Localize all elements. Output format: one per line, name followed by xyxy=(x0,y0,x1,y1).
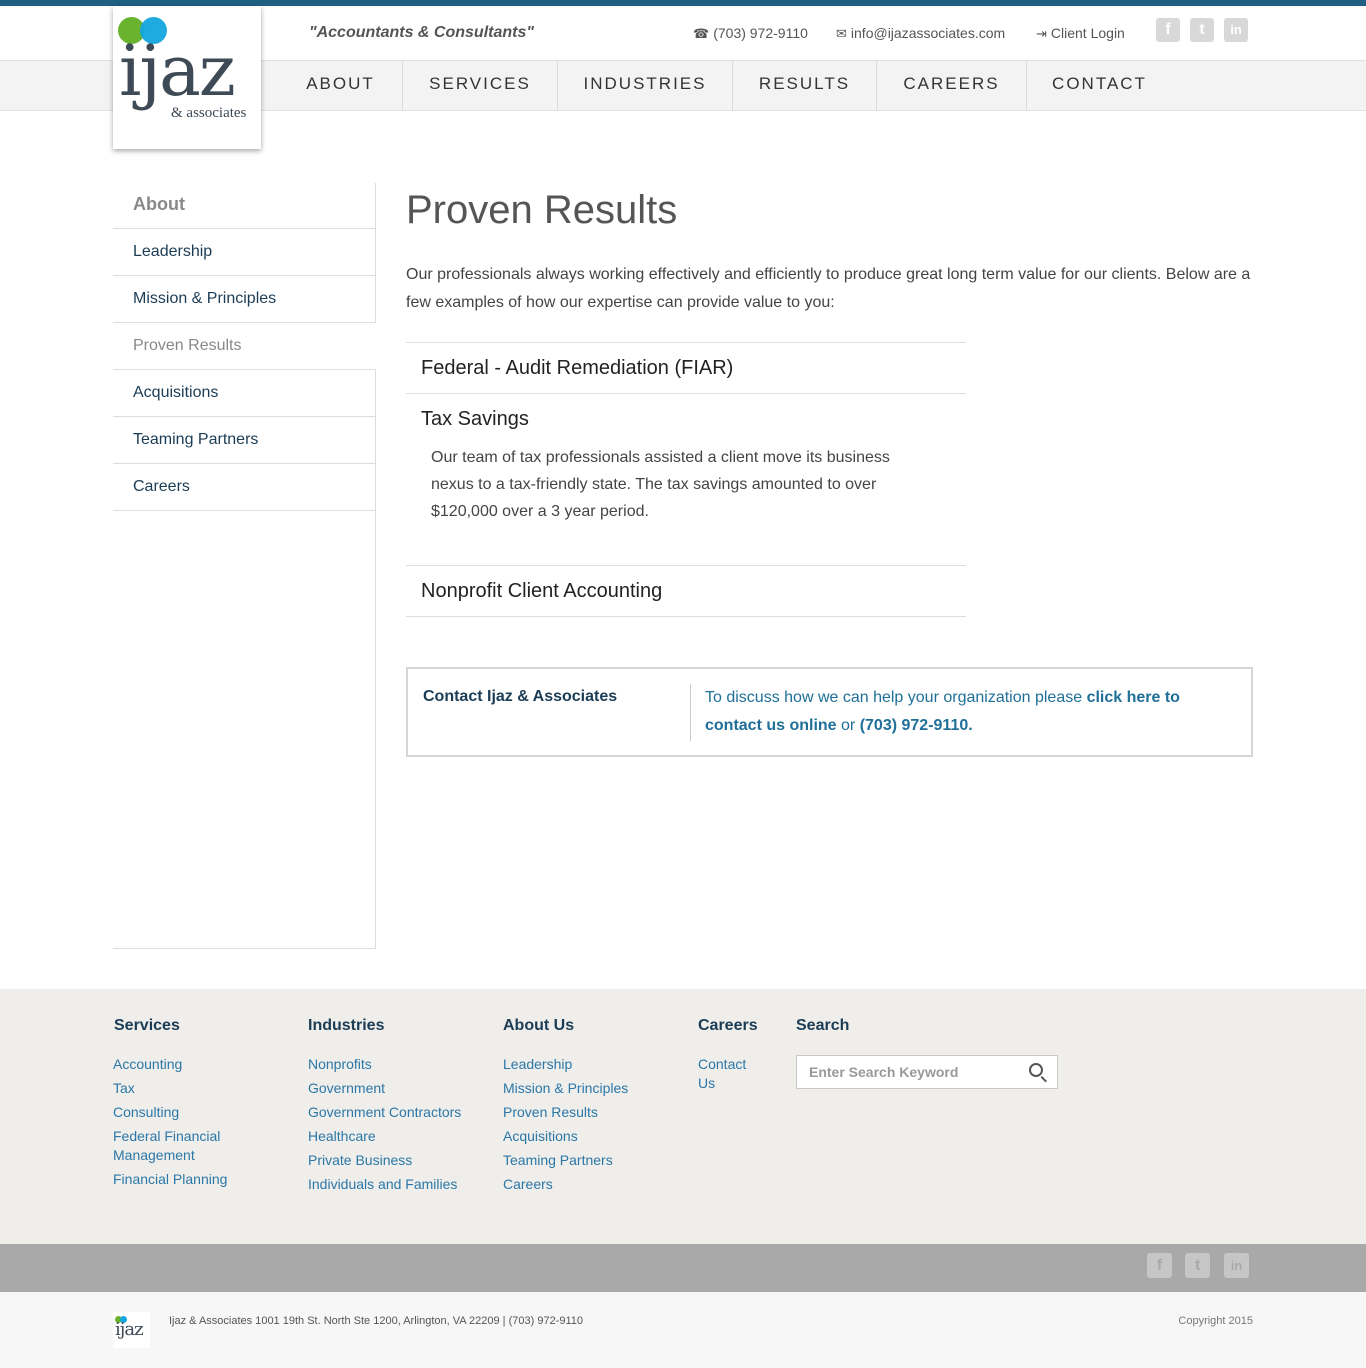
footer-logo-word: ijaz xyxy=(115,1319,144,1340)
accordion-header[interactable]: Nonprofit Client Accounting xyxy=(406,566,966,616)
footer-link[interactable]: Mission & Principles xyxy=(503,1079,683,1098)
logo-word: ijaz xyxy=(119,30,236,112)
footer-col-search: Search xyxy=(796,1017,1066,1055)
page-title: Proven Results xyxy=(406,188,678,232)
footer-heading: Search xyxy=(796,1017,850,1034)
footer-link[interactable]: Government Contractors xyxy=(308,1103,488,1122)
footer-link[interactable]: Teaming Partners xyxy=(503,1151,683,1170)
nav-industries[interactable]: INDUSTRIES xyxy=(558,60,733,111)
accordion-header[interactable]: Tax Savings xyxy=(406,394,966,444)
callout-text-pre: To discuss how we can help your organiza… xyxy=(705,689,1087,706)
nav-results[interactable]: RESULTS xyxy=(733,60,877,111)
footer-link[interactable]: Nonprofits xyxy=(308,1055,488,1074)
search-input[interactable] xyxy=(797,1056,1017,1088)
sidebar: About Leadership Mission & Principles Pr… xyxy=(113,183,376,949)
header-email-text: info@ijazassociates.com xyxy=(850,25,1006,41)
linkedin-icon[interactable]: in xyxy=(1224,1253,1249,1278)
facebook-icon[interactable]: f xyxy=(1147,1253,1172,1278)
copyright: Copyright 2015 xyxy=(1178,1315,1253,1327)
sidebar-item-careers[interactable]: Careers xyxy=(113,464,375,511)
footer-link[interactable]: Tax xyxy=(113,1079,283,1098)
client-login-link[interactable]: ⇥ Client Login xyxy=(1036,25,1125,42)
footer-link[interactable]: Financial Planning xyxy=(113,1170,283,1189)
accordion-body: Our team of tax professionals assisted a… xyxy=(431,449,890,520)
bottom-bar xyxy=(0,1292,1366,1368)
footer-search xyxy=(796,1055,1058,1089)
footer-link[interactable]: Careers xyxy=(503,1175,683,1194)
footer-heading: Services xyxy=(114,1017,180,1034)
footer-link[interactable]: Individuals and Families xyxy=(308,1175,488,1194)
footer-link[interactable]: Consulting xyxy=(113,1103,283,1122)
footer-link[interactable]: Private Business xyxy=(308,1151,488,1170)
site-logo[interactable]: ijaz & associates xyxy=(113,6,261,149)
footer-col-careers: Careers Contact Us xyxy=(698,1017,778,1098)
phone-icon: ☎ xyxy=(693,26,710,41)
header-email[interactable]: ✉ info@ijazassociates.com xyxy=(836,25,1005,42)
footer-link[interactable]: Federal Financial Management xyxy=(113,1127,243,1165)
tagline: "Accountants & Consultants" xyxy=(309,24,534,41)
footer-link[interactable]: Acquisitions xyxy=(503,1127,683,1146)
footer-link[interactable]: Contact Us xyxy=(698,1055,753,1093)
callout-heading: Contact Ijaz & Associates xyxy=(423,688,618,705)
accordion-header[interactable]: Federal - Audit Remediation (FIAR) xyxy=(406,343,966,393)
footer-heading: About Us xyxy=(503,1017,575,1034)
footer-heading: Industries xyxy=(308,1017,385,1034)
footer-col-about: About Us Leadership Mission & Principles… xyxy=(503,1017,683,1199)
facebook-icon[interactable]: f xyxy=(1156,18,1180,42)
sidebar-item-proven-results[interactable]: Proven Results xyxy=(113,323,376,370)
mail-icon: ✉ xyxy=(836,26,847,41)
sidebar-item-acquisitions[interactable]: Acquisitions xyxy=(113,370,375,417)
client-login-text: Client Login xyxy=(1050,25,1125,41)
footer-link[interactable]: Leadership xyxy=(503,1055,683,1074)
footer-link[interactable]: Government xyxy=(308,1079,488,1098)
nav-contact[interactable]: CONTACT xyxy=(1027,60,1172,111)
nav-about[interactable]: ABOUT xyxy=(279,60,403,111)
accordion-item-fiar: Federal - Audit Remediation (FIAR) xyxy=(406,342,966,393)
callout-text-mid: or xyxy=(836,717,860,734)
sidebar-item-teaming-partners[interactable]: Teaming Partners xyxy=(113,417,375,464)
sidebar-item-mission[interactable]: Mission & Principles xyxy=(113,276,375,323)
callout-divider xyxy=(690,684,691,741)
callout-text: To discuss how we can help your organiza… xyxy=(705,684,1235,740)
sidebar-item-leadership[interactable]: Leadership xyxy=(113,229,375,276)
footer-col-services: Services Accounting Tax Consulting Feder… xyxy=(113,1017,283,1194)
twitter-icon[interactable]: t xyxy=(1185,1253,1210,1278)
sidebar-title[interactable]: About xyxy=(113,183,375,229)
search-icon[interactable] xyxy=(1029,1063,1043,1077)
login-icon: ⇥ xyxy=(1036,26,1047,41)
logo-subtitle: & associates xyxy=(171,105,247,121)
contact-callout: Contact Ijaz & Associates To discuss how… xyxy=(406,667,1253,757)
footer-link[interactable]: Healthcare xyxy=(308,1127,488,1146)
footer-link[interactable]: Accounting xyxy=(113,1055,283,1074)
intro-text: Our professionals always working effecti… xyxy=(406,266,1251,311)
header-phone[interactable]: ☎ (703) 972-9110 xyxy=(693,25,808,42)
footer-heading: Careers xyxy=(698,1017,758,1034)
footer-address: Ijaz & Associates 1001 19th St. North St… xyxy=(169,1315,583,1327)
accordion-item-tax-savings: Tax Savings Our team of tax professional… xyxy=(406,393,966,555)
callout-phone-link[interactable]: (703) 972-9110. xyxy=(860,717,973,734)
nav-careers[interactable]: CAREERS xyxy=(877,60,1027,111)
nav-services[interactable]: SERVICES xyxy=(403,60,558,111)
linkedin-icon[interactable]: in xyxy=(1224,18,1248,42)
footer-logo[interactable]: ijaz xyxy=(113,1312,150,1348)
accordion-item-nonprofit: Nonprofit Client Accounting xyxy=(406,565,966,617)
footer-link[interactable]: Proven Results xyxy=(503,1103,683,1122)
header-phone-text: (703) 972-9110 xyxy=(713,25,808,41)
twitter-icon[interactable]: t xyxy=(1190,18,1214,42)
footer-col-industries: Industries Nonprofits Government Governm… xyxy=(308,1017,488,1199)
